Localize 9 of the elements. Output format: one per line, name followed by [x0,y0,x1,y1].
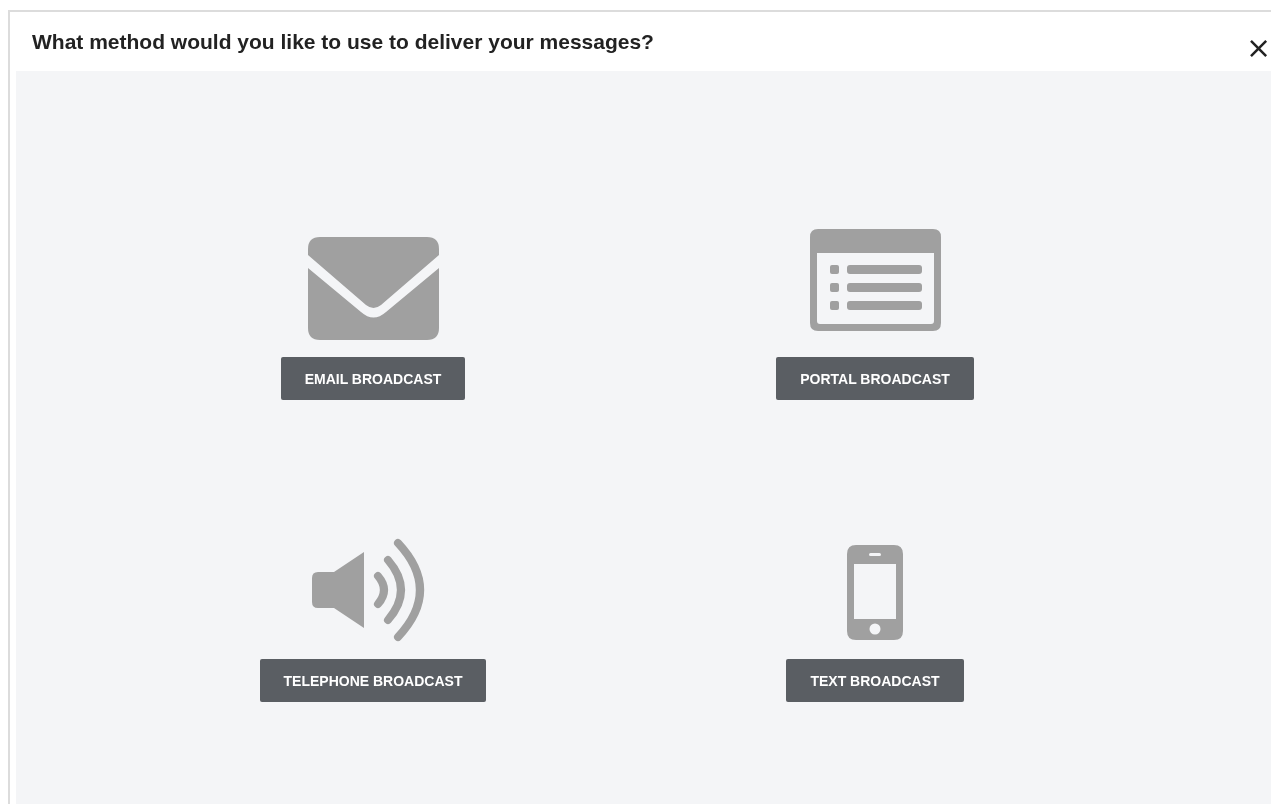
dialog-title: What method would you like to use to deliver your messages? [32,29,654,54]
envelope-icon [307,237,439,340]
broadcast-button[interactable]: TELEPHONE BROADCAST [259,659,487,702]
close-button[interactable]: × [1246,34,1271,62]
broadcast-button[interactable]: EMAIL BROADCAST [280,357,466,400]
smartphone-icon [847,545,903,640]
broadcast-button[interactable]: PORTAL BROADCAST [776,357,974,400]
web-page-icon [809,229,941,331]
broadcast-button[interactable]: TEXT BROADCAST [786,659,964,702]
